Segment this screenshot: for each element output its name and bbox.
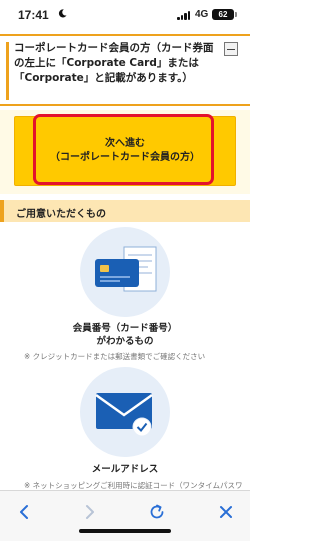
browser-toolbar xyxy=(0,490,250,541)
item-card-note: ※ クレジットカードまたは郵送書類でご確認ください xyxy=(24,352,206,361)
moon-icon xyxy=(58,9,67,18)
accordion-title: コーポレートカード会員の方（カード券面の左上に「Corporate Card」ま… xyxy=(14,42,214,84)
forward-icon[interactable] xyxy=(78,501,100,523)
item-card-title-line1: 会員番号（カード番号） xyxy=(72,323,178,334)
header-accent-bar xyxy=(6,42,9,100)
signal-icon xyxy=(177,11,191,20)
item-email-title: メールアドレス xyxy=(91,464,159,475)
email-illustration xyxy=(80,367,170,457)
battery-tip xyxy=(235,12,237,17)
reload-icon[interactable] xyxy=(146,501,168,523)
network-type: 4G xyxy=(195,9,209,20)
back-icon[interactable] xyxy=(14,501,36,523)
section-title: ご用意いただくもの xyxy=(16,209,106,220)
envelope-icon xyxy=(95,393,153,437)
credit-card-icon xyxy=(95,246,157,292)
battery-icon: 62 xyxy=(212,9,234,20)
card-illustration xyxy=(80,227,170,317)
item-card-title-line2: がわかるもの xyxy=(96,336,154,347)
accordion-header[interactable]: コーポレートカード会員の方（カード券面の左上に「Corporate Card」ま… xyxy=(0,34,250,106)
item-card-title: 会員番号（カード番号） がわかるもの xyxy=(0,322,250,348)
close-icon[interactable] xyxy=(215,501,237,523)
home-indicator xyxy=(79,529,171,533)
status-bar: 17:41 4G 62 xyxy=(0,0,250,30)
section-heading: ご用意いただくもの xyxy=(0,200,250,222)
status-time: 17:41 xyxy=(18,8,49,22)
highlight-frame xyxy=(33,114,214,185)
collapse-button[interactable] xyxy=(224,42,238,56)
